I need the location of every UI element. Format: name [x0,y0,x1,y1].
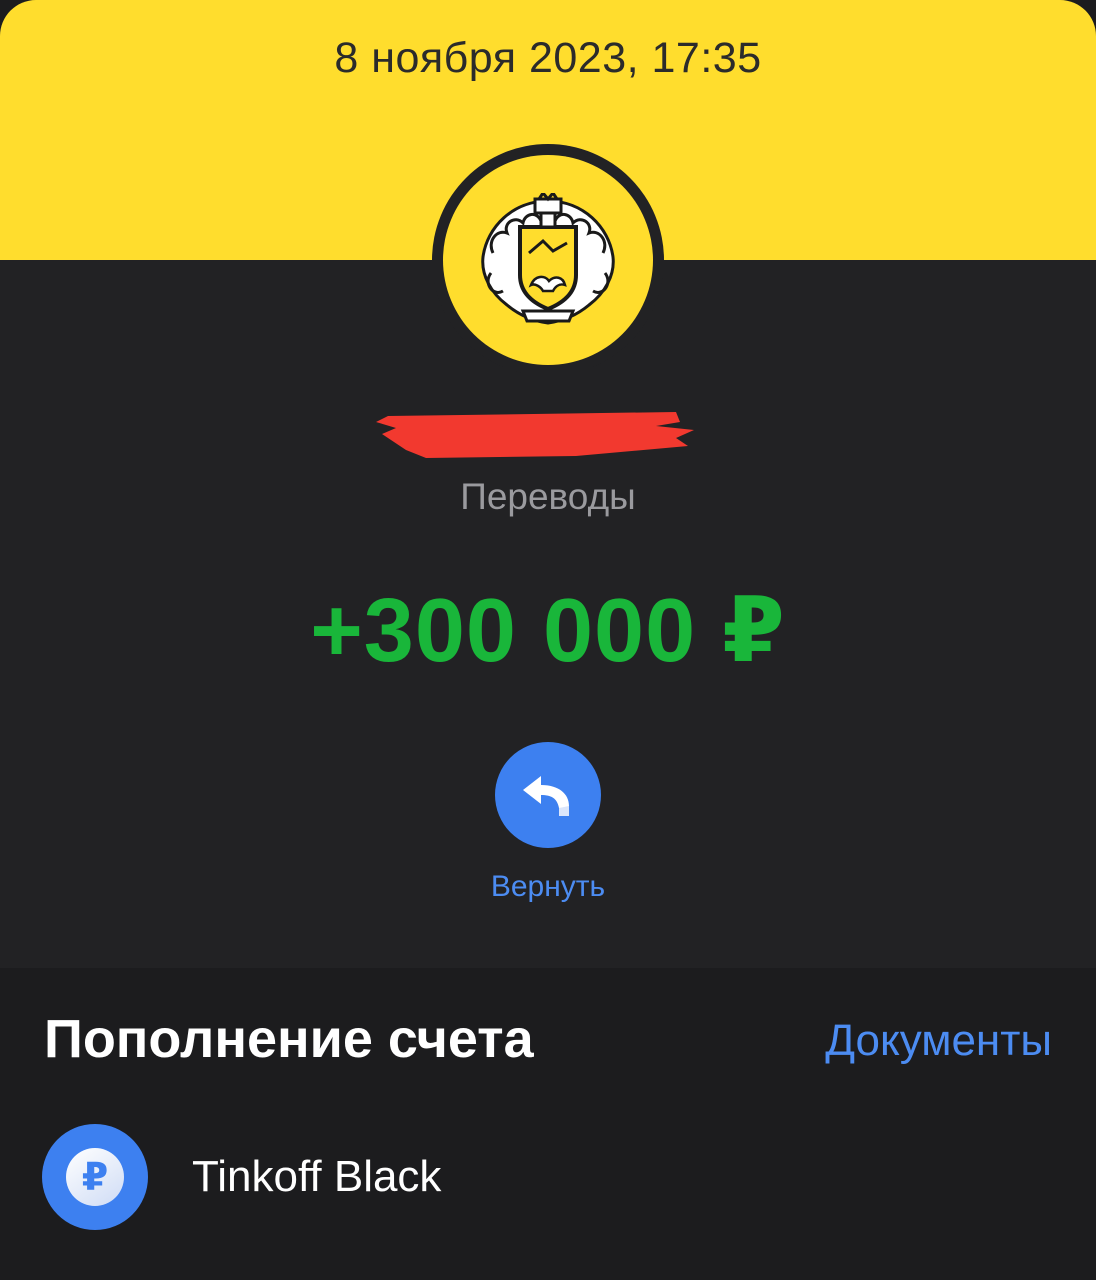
operation-details-screen: 8 ноября 2023, 17:35 Переводы +300 000 ₽… [0,0,1096,1280]
bank-crest-icon [481,193,615,325]
operation-datetime: 8 ноября 2023, 17:35 [334,34,762,82]
operation-amount: +300 000 ₽ [310,581,786,681]
bank-logo [443,155,653,365]
documents-link[interactable]: Документы [825,1016,1052,1066]
return-button-label[interactable]: Вернуть [0,870,1096,904]
ruble-symbol: ₽ [81,1157,109,1199]
return-button[interactable] [495,742,601,848]
redacted-sender-name [376,412,694,458]
ruble-coin: ₽ [66,1148,124,1206]
ruble-account-icon: ₽ [42,1124,148,1230]
section-title: Пополнение счета [44,1009,534,1069]
account-row[interactable]: ₽ Tinkoff Black [0,1120,1096,1240]
account-name: Tinkoff Black [192,1152,442,1201]
operation-category: Переводы [460,476,636,517]
return-arrow-icon [523,776,569,816]
